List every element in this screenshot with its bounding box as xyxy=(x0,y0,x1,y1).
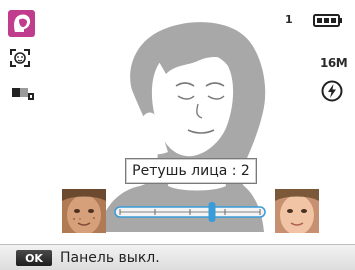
slider-handle[interactable] xyxy=(208,202,216,222)
beauty-face-icon xyxy=(14,14,31,32)
bottom-hint-bar: OK Панель выкл. xyxy=(0,244,355,270)
battery-full-icon xyxy=(313,14,342,27)
face-detect-icon xyxy=(10,49,30,67)
resolution-indicator: 16M xyxy=(320,56,348,70)
face-unretouched-icon xyxy=(62,189,106,233)
shots-remaining: 1 xyxy=(285,13,293,26)
face-unretouched-thumbnail xyxy=(62,189,106,233)
camera-screen: 1 16M Ретушь лица : 2 OK Панель выкл. xyxy=(0,0,355,270)
retouch-level-slider[interactable] xyxy=(112,201,268,223)
face-retouch-level-label: Ретушь лица : 2 xyxy=(125,158,257,184)
face-retouched-icon xyxy=(275,189,319,233)
panel-off-hint: Панель выкл. xyxy=(60,250,160,266)
ok-button[interactable]: OK xyxy=(16,250,52,266)
beauty-face-mode-icon[interactable] xyxy=(8,10,35,37)
metering-icon xyxy=(12,88,34,100)
flash-off-icon xyxy=(321,80,343,102)
face-retouched-thumbnail xyxy=(275,189,319,233)
